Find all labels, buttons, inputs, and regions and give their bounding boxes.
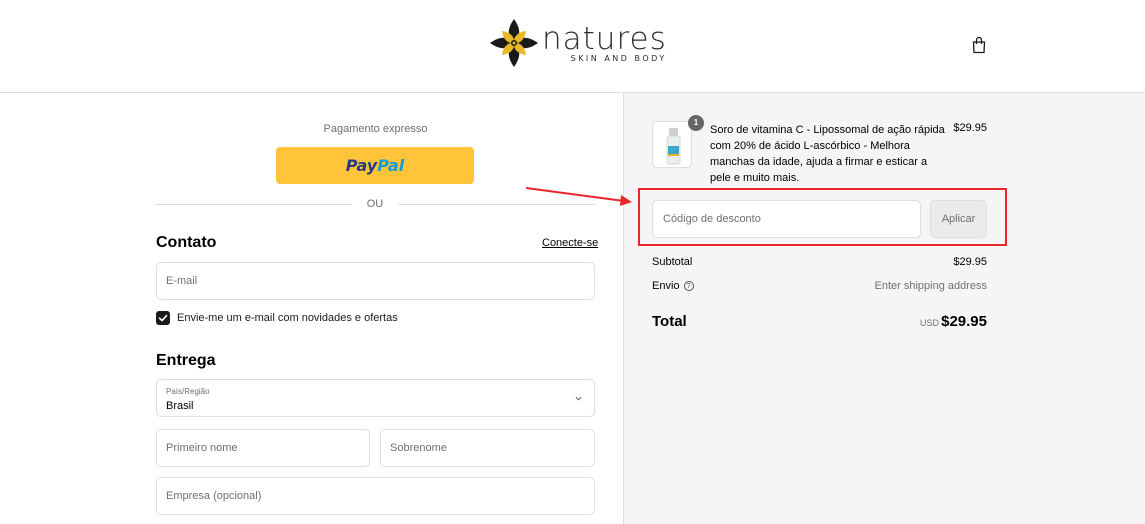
paypal-button[interactable]: Pay Pal — [276, 147, 474, 184]
shipping-label: Envio — [652, 280, 680, 292]
newsletter-checkbox[interactable] — [156, 311, 170, 325]
total-value: $29.95 — [941, 313, 987, 330]
divider-or-text: OU — [366, 198, 384, 210]
chevron-down-icon — [575, 396, 582, 401]
product-thumbnail — [652, 121, 692, 168]
discount-code-field[interactable]: Código de desconto — [652, 200, 921, 238]
brand-name: natures — [542, 20, 667, 57]
paypal-logo-part1: Pay — [345, 156, 378, 175]
discount-placeholder: Código de desconto — [663, 213, 761, 225]
brand-logo[interactable]: natures SKIN AND BODY — [488, 17, 667, 69]
help-question-icon[interactable]: ? — [683, 281, 694, 291]
delivery-title: Entrega — [156, 352, 216, 369]
newsletter-label: Envie-me um e-mail com novidades e ofert… — [177, 312, 398, 324]
last-name-field[interactable]: Sobrenome — [380, 429, 595, 467]
product-price: $29.95 — [953, 122, 987, 134]
express-checkout-label: Pagamento expresso — [323, 123, 428, 135]
shipping-value: Enter shipping address — [874, 280, 987, 292]
email-field[interactable]: E-mail — [156, 262, 595, 300]
first-name-placeholder: Primeiro nome — [166, 442, 238, 454]
contact-title: Contato — [156, 234, 217, 251]
subtotal-value: $29.95 — [953, 256, 987, 268]
email-placeholder: E-mail — [166, 275, 198, 287]
annotation-arrow — [525, 187, 632, 206]
quantity-badge: 1 — [688, 115, 704, 131]
subtotal-label: Subtotal — [652, 256, 693, 268]
header: natures SKIN AND BODY — [0, 0, 1145, 93]
total-currency: USD — [919, 318, 939, 328]
serum-bottle-image — [666, 128, 681, 165]
logo-flower-icon — [490, 19, 538, 67]
total-label: Total — [652, 313, 687, 330]
shopping-bag-icon[interactable] — [971, 36, 987, 54]
company-placeholder: Empresa (opcional) — [166, 490, 262, 502]
last-name-placeholder: Sobrenome — [390, 442, 447, 454]
product-name: Soro de vitamina C - Lipossomal de ação … — [710, 124, 945, 184]
company-field[interactable]: Empresa (opcional) — [156, 477, 595, 515]
country-select[interactable]: País/Região Brasil — [156, 379, 595, 417]
checkmark-icon — [158, 314, 168, 322]
paypal-logo-part2: Pal — [377, 156, 405, 175]
apply-discount-button[interactable]: Aplicar — [930, 200, 987, 238]
divider-line-left — [156, 204, 352, 205]
country-value: Brasil — [166, 400, 194, 412]
country-label: País/Região — [166, 387, 210, 396]
first-name-field[interactable]: Primeiro nome — [156, 429, 370, 467]
shipping-row: Envio? — [652, 280, 694, 292]
login-link[interactable]: Conecte-se — [542, 237, 598, 249]
